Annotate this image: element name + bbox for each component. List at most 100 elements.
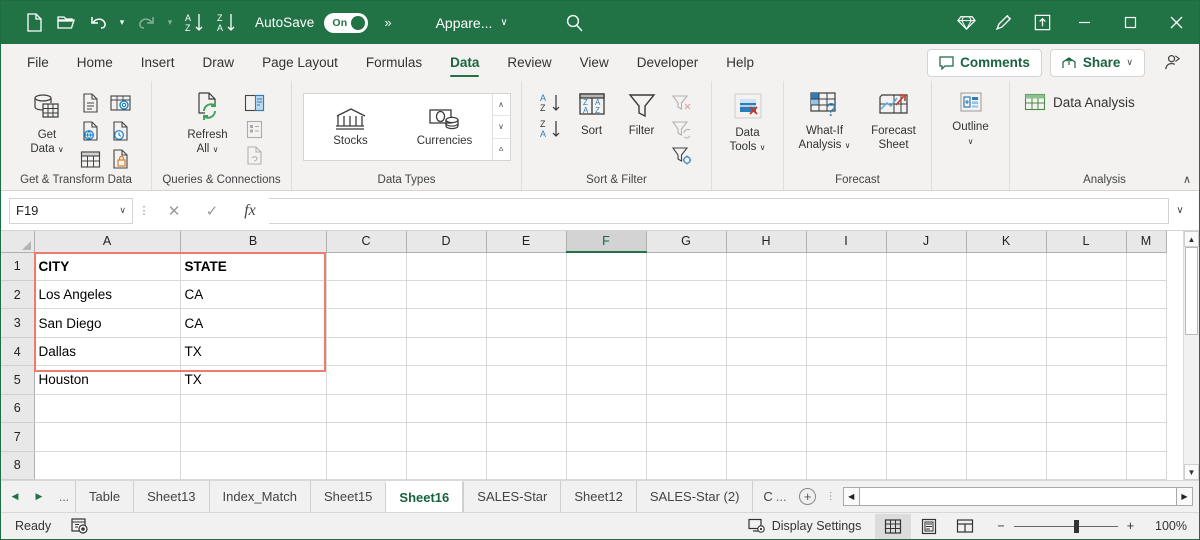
sheet-tab-table[interactable]: Table [75,481,134,512]
sheet-nav-next-icon[interactable]: ▶ [29,491,49,502]
cell-g7[interactable] [646,422,727,452]
cell-j8[interactable] [886,451,967,480]
cell-f1[interactable] [566,252,647,281]
formula-bar-drag-handle[interactable]: ⋮ [133,204,155,217]
cell-i1[interactable] [806,252,887,281]
cell-h6[interactable] [726,394,807,424]
cell-i3[interactable] [806,308,887,338]
sheet-nav-dots[interactable]: ... [53,481,75,512]
zoom-slider[interactable] [1013,519,1118,533]
tab-help[interactable]: Help [712,44,768,81]
cell-j2[interactable] [886,280,967,310]
cell-k8[interactable] [966,451,1047,480]
row-header-1[interactable]: 1 [1,252,35,281]
scroll-up-arrow[interactable]: ▲ [1184,231,1199,247]
data-tools-button[interactable]: Data Tools ∨ [717,87,779,159]
column-header-f[interactable]: F [566,231,647,253]
filter-button[interactable]: Filter [618,87,666,142]
cell-a6[interactable] [34,394,181,424]
cell-k1[interactable] [966,252,1047,281]
cell-l2[interactable] [1046,280,1127,310]
cell-g8[interactable] [646,451,727,480]
cell-b3[interactable]: CA [180,308,327,338]
gallery-more-icon[interactable]: ⩟ [493,139,510,160]
cell-d5[interactable] [406,365,487,395]
cell-a2[interactable]: Los Angeles [34,280,181,310]
tab-home[interactable]: Home [63,44,127,81]
cell-e5[interactable] [486,365,567,395]
tab-page-layout[interactable]: Page Layout [248,44,352,81]
sheet-tabs-menu-icon[interactable]: ⋮ [823,481,839,512]
what-if-analysis-button[interactable]: ? What-If Analysis ∨ [789,87,861,157]
cell-l4[interactable] [1046,337,1127,367]
cell-h5[interactable] [726,365,807,395]
cell-g6[interactable] [646,394,727,424]
cell-a7[interactable] [34,422,181,452]
cell-f5[interactable] [566,365,647,395]
sheet-tab-sheet15[interactable]: Sheet15 [309,481,386,512]
normal-view-button[interactable] [875,513,912,539]
cell-l7[interactable] [1046,422,1127,452]
cell-a3[interactable]: San Diego [34,308,181,338]
column-header-j[interactable]: J [886,231,967,253]
zoom-level-label[interactable]: 100% [1143,519,1187,533]
cell-c2[interactable] [326,280,407,310]
cell-f7[interactable] [566,422,647,452]
cell-b1[interactable]: STATE [180,252,327,281]
vertical-scroll-track[interactable] [1184,247,1199,464]
cell-j7[interactable] [886,422,967,452]
stocks-button[interactable]: Stocks [304,94,398,160]
tab-review[interactable]: Review [493,44,565,81]
cell-d7[interactable] [406,422,487,452]
advanced-filter-icon[interactable] [668,142,696,168]
qat-more-icon[interactable]: » [384,15,391,30]
hscroll-right-arrow[interactable]: ▶ [1176,486,1193,506]
tab-formulas[interactable]: Formulas [352,44,436,81]
maximize-button[interactable] [1107,1,1153,44]
column-header-h[interactable]: H [726,231,807,253]
cell-k4[interactable] [966,337,1047,367]
refresh-all-button[interactable]: Refresh All ∨ [175,87,241,161]
cell-e6[interactable] [486,394,567,424]
sort-descending-icon[interactable]: ZA [211,8,241,38]
scroll-down-arrow[interactable]: ▼ [1184,464,1199,480]
page-break-preview-button[interactable] [947,514,983,539]
column-header-b[interactable]: B [180,231,327,253]
sheet-tab-truncated[interactable]: C ... [752,481,793,512]
column-header-d[interactable]: D [406,231,487,253]
row-header-7[interactable]: 7 [1,422,35,452]
tab-data[interactable]: Data [436,44,493,81]
properties-icon[interactable] [241,116,269,142]
macro-record-icon[interactable] [71,518,88,534]
insert-function-icon[interactable]: fx [231,198,269,224]
horizontal-scrollbar[interactable]: ◀ ▶ [839,481,1199,512]
cell-m7[interactable] [1126,422,1167,452]
zoom-slider-thumb[interactable] [1073,519,1079,533]
cell-e3[interactable] [486,308,567,338]
cell-j1[interactable] [886,252,967,281]
autosave-toggle[interactable]: On [324,12,369,33]
cell-g5[interactable] [646,365,727,395]
cell-l6[interactable] [1046,394,1127,424]
forecast-sheet-button[interactable]: Forecast Sheet [861,87,927,157]
cell-k6[interactable] [966,394,1047,424]
cell-m8[interactable] [1126,451,1167,480]
column-header-i[interactable]: I [806,231,887,253]
cell-l8[interactable] [1046,451,1127,480]
cell-h7[interactable] [726,422,807,452]
outline-button[interactable]: Outline ∨ [938,87,1004,153]
gallery-scroll-down-icon[interactable]: ∨ [492,116,510,139]
cell-b2[interactable]: CA [180,280,327,310]
tab-view[interactable]: View [566,44,623,81]
existing-connections-icon[interactable] [106,146,134,172]
cell-m4[interactable] [1126,337,1167,367]
cell-a4[interactable]: Dallas [34,337,181,367]
sheet-tab-sheet12[interactable]: Sheet12 [560,481,636,512]
get-data-button[interactable]: Get Data ∨ [18,87,76,161]
cell-c7[interactable] [326,422,407,452]
cell-e2[interactable] [486,280,567,310]
cell-c3[interactable] [326,308,407,338]
new-file-icon[interactable] [19,8,49,38]
cell-g4[interactable] [646,337,727,367]
cell-d8[interactable] [406,451,487,480]
